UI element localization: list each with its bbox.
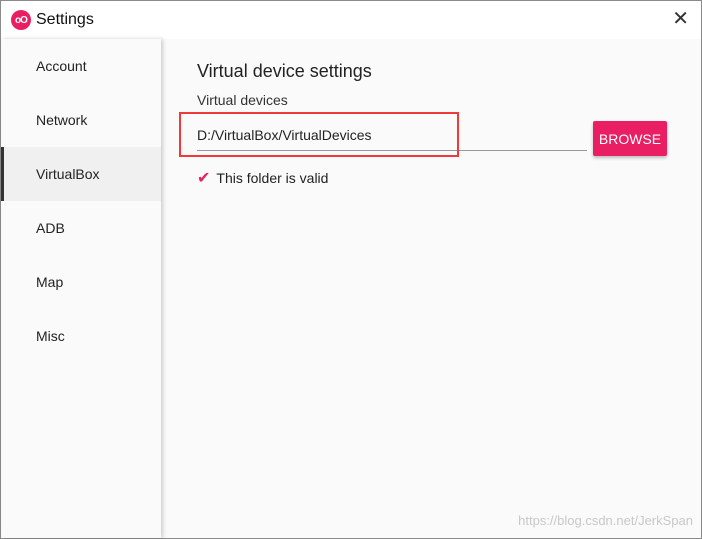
browse-button[interactable]: BROWSE [593, 121, 667, 156]
sidebar-item-network[interactable]: Network [1, 93, 161, 147]
sidebar-item-label: Map [36, 274, 64, 290]
sidebar-item-misc[interactable]: Misc [1, 309, 161, 363]
sidebar-item-label: Misc [36, 328, 65, 344]
main-content: Virtual device settings Virtual devices … [161, 39, 701, 538]
logo-text: oO [15, 14, 28, 26]
window-title: Settings [36, 11, 94, 28]
validation-message: ✔ This folder is valid [197, 168, 328, 188]
app-logo: oO [11, 10, 31, 30]
sidebar-item-label: Account [36, 58, 87, 74]
sidebar-item-label: Network [36, 112, 88, 128]
sidebar-item-account[interactable]: Account [1, 39, 161, 93]
annotation-highlight-box [179, 112, 459, 157]
sidebar: Account Network VirtualBox ADB Map Misc [1, 39, 161, 538]
close-icon[interactable]: ✕ [672, 9, 689, 29]
page-title: Virtual device settings [197, 61, 372, 81]
sidebar-item-label: VirtualBox [36, 166, 100, 182]
watermark: https://blog.csdn.net/JerkSpan [518, 513, 693, 528]
title-bar: oO Settings ✕ [1, 1, 701, 39]
settings-window: oO Settings ✕ Account Network VirtualBox… [0, 0, 702, 539]
validation-text: This folder is valid [216, 170, 329, 186]
check-icon: ✔ [197, 170, 211, 187]
sidebar-item-virtualbox[interactable]: VirtualBox [1, 147, 161, 201]
virtual-devices-label: Virtual devices [197, 92, 288, 108]
sidebar-item-label: ADB [36, 220, 65, 236]
sidebar-item-map[interactable]: Map [1, 255, 161, 309]
sidebar-item-adb[interactable]: ADB [1, 201, 161, 255]
